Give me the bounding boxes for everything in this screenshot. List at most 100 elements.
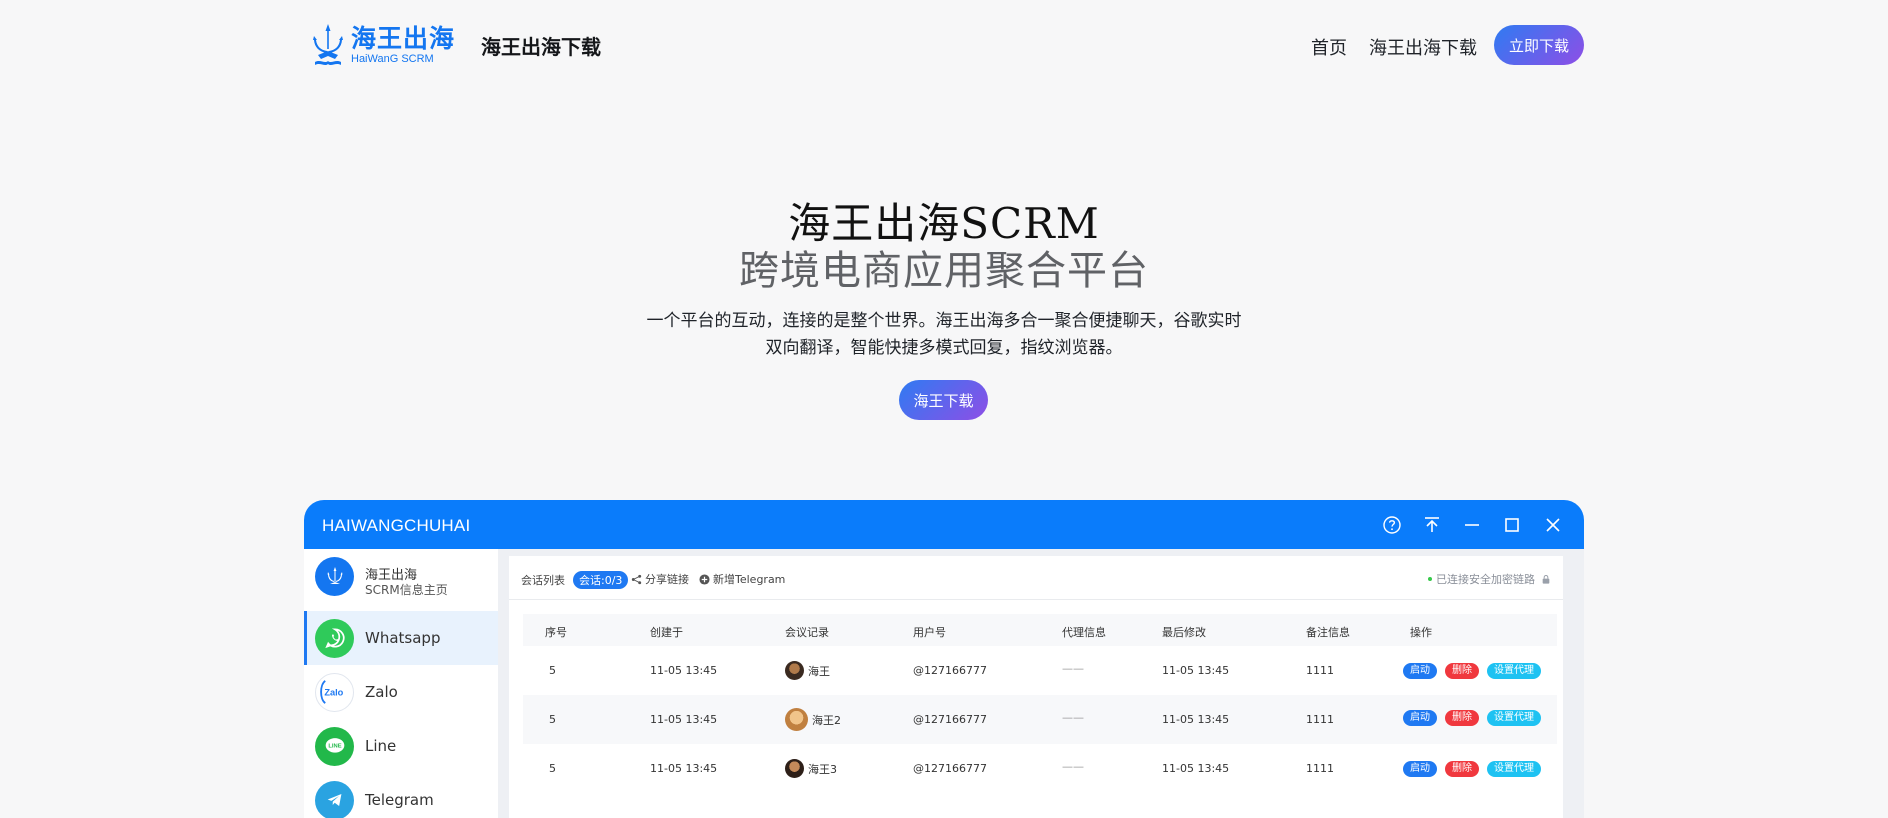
start-button[interactable]: 启动 [1403,663,1437,679]
cell-index: 5 [549,713,556,726]
sidebar-item-telegram[interactable]: Telegram [304,773,498,818]
sidebar-item-label: Telegram [365,791,434,809]
sidebar-item-zalo[interactable]: Zalo Zalo [304,665,498,719]
sidebar-item-whatsapp[interactable]: Whatsapp [304,611,498,665]
status-dot-icon [1428,577,1432,581]
minimize-icon[interactable] [1461,514,1483,536]
cell-proxy: —— [1062,711,1084,724]
column-header: 序号 [545,626,567,639]
add-telegram-label: 新增Telegram [713,573,786,586]
column-header: 创建于 [650,626,683,639]
cell-actions: 启动 删除 设置代理 [1403,663,1541,679]
user-avatar [785,661,804,680]
sidebar-item-line[interactable]: LINE Line [304,719,498,773]
app-window-preview: HAIWANGCHUHAI 海王出海 SCRM信息主页 Whatsapp Zal… [304,500,1584,818]
download-now-button[interactable]: 立即下载 [1494,25,1584,65]
session-name-text: 海王2 [812,713,841,727]
maximize-icon[interactable] [1501,514,1523,536]
session-panel: 会话列表 会话:0/3 分享链接 新增Telegram 已连接安全加密链路 序号… [509,556,1563,818]
sidebar-item-label: Line [365,737,397,755]
session-count-badge: 会话:0/3 [573,571,629,589]
column-header: 备注信息 [1306,626,1350,639]
telegram-icon [315,780,354,818]
column-header: 代理信息 [1062,626,1106,639]
share-icon [631,574,642,584]
table-row[interactable]: 5 11-05 13:45 海王3 @127166777 —— 11-05 13… [523,744,1557,793]
cell-proxy: —— [1062,662,1084,675]
close-icon[interactable] [1542,514,1564,536]
nav-download-link[interactable]: 海王出海下载 [1369,34,1477,60]
session-list-tab[interactable]: 会话列表 会话:0/3 [521,571,629,589]
sidebar-home-item[interactable]: 海王出海 SCRM信息主页 [304,549,498,603]
start-button[interactable]: 启动 [1403,761,1437,777]
column-header: 会议记录 [785,626,829,639]
column-header: 用户号 [913,626,946,639]
table-row[interactable]: 5 11-05 13:45 海王 @127166777 —— 11-05 13:… [523,646,1557,695]
cell-user-id: @127166777 [913,762,987,775]
logo-chinese-text: 海王出海 [351,23,456,53]
add-telegram-button[interactable]: 新增Telegram [699,571,785,587]
delete-button[interactable]: 删除 [1445,761,1479,777]
add-circle-icon [699,573,710,585]
table-header: 序号 创建于 会议记录 用户号 代理信息 最后修改 备注信息 操作 [523,614,1557,646]
share-link-button[interactable]: 分享链接 [631,571,689,587]
session-list-label: 会话列表 [521,574,565,587]
app-titlebar: HAIWANGCHUHAI [304,500,1584,549]
lock-icon [1542,575,1550,584]
help-icon[interactable] [1381,514,1403,536]
session-name-text: 海王 [808,664,830,678]
set-proxy-button[interactable]: 设置代理 [1487,663,1541,679]
cell-actions: 启动 删除 设置代理 [1403,710,1541,726]
cell-index: 5 [549,664,556,677]
secure-connection-text: 已连接安全加密链路 [1436,573,1535,586]
haiwang-avatar-icon [315,556,354,596]
delete-button[interactable]: 删除 [1445,710,1479,726]
cell-proxy: —— [1062,760,1084,773]
cell-user-id: @127166777 [913,713,987,726]
secure-connection-status: 已连接安全加密链路 [1428,571,1551,587]
app-title: HAIWANGCHUHAI [322,516,471,535]
site-header: 海王出海 HaiWanG SCRM 海王出海下载 首页 海王出海下载 立即下载 [0,0,1888,90]
delete-button[interactable]: 删除 [1445,663,1479,679]
user-avatar [785,759,804,778]
cell-note: 1111 [1306,664,1334,677]
cell-index: 5 [549,762,556,775]
cell-created: 11-05 13:45 [650,762,718,775]
hero-download-button[interactable]: 海王下载 [899,380,988,420]
logo-english-text: HaiWanG SCRM [351,52,434,65]
cell-created: 11-05 13:45 [650,664,718,677]
account-sidebar: 海王出海 SCRM信息主页 Whatsapp Zalo Zalo LINE Li… [304,549,498,818]
hero-description: 一个平台的互动，连接的是整个世界。海王出海多合一聚合便捷聊天，谷歌实时双向翻译，… [646,311,1242,358]
user-avatar [785,708,808,731]
cell-modified: 11-05 13:45 [1162,762,1230,775]
svg-text:Zalo: Zalo [324,688,343,698]
column-header: 最后修改 [1162,626,1206,639]
column-header: 操作 [1410,626,1432,639]
cell-session-name: 海王2 [785,708,841,731]
cell-actions: 启动 删除 设置代理 [1403,761,1541,777]
table-row[interactable]: 5 11-05 13:45 海王2 @127166777 —— 11-05 13… [523,695,1557,744]
sidebar-item-label: Whatsapp [365,629,441,647]
svg-text:LINE: LINE [328,744,341,750]
trident-logo-icon [313,24,343,65]
nav-home-link[interactable]: 首页 [1311,34,1347,60]
site-logo[interactable]: 海王出海 HaiWanG SCRM [309,22,455,68]
pin-top-icon[interactable] [1421,514,1443,536]
cell-note: 1111 [1306,713,1334,726]
cell-modified: 11-05 13:45 [1162,713,1230,726]
start-button[interactable]: 启动 [1403,710,1437,726]
cell-modified: 11-05 13:45 [1162,664,1230,677]
sidebar-home-subtitle: SCRM信息主页 [365,583,448,597]
cell-created: 11-05 13:45 [650,713,718,726]
cell-user-id: @127166777 [913,664,987,677]
cell-session-name: 海王 [785,661,830,680]
set-proxy-button[interactable]: 设置代理 [1487,761,1541,777]
brand-title: 海王出海下载 [481,35,601,59]
session-name-text: 海王3 [808,762,837,776]
share-link-label: 分享链接 [645,573,689,586]
line-icon: LINE [315,726,354,766]
sidebar-item-label: Zalo [365,683,398,701]
session-toolbar: 会话列表 会话:0/3 分享链接 新增Telegram 已连接安全加密链路 [509,556,1563,600]
zalo-icon: Zalo [315,672,354,712]
set-proxy-button[interactable]: 设置代理 [1487,710,1541,726]
